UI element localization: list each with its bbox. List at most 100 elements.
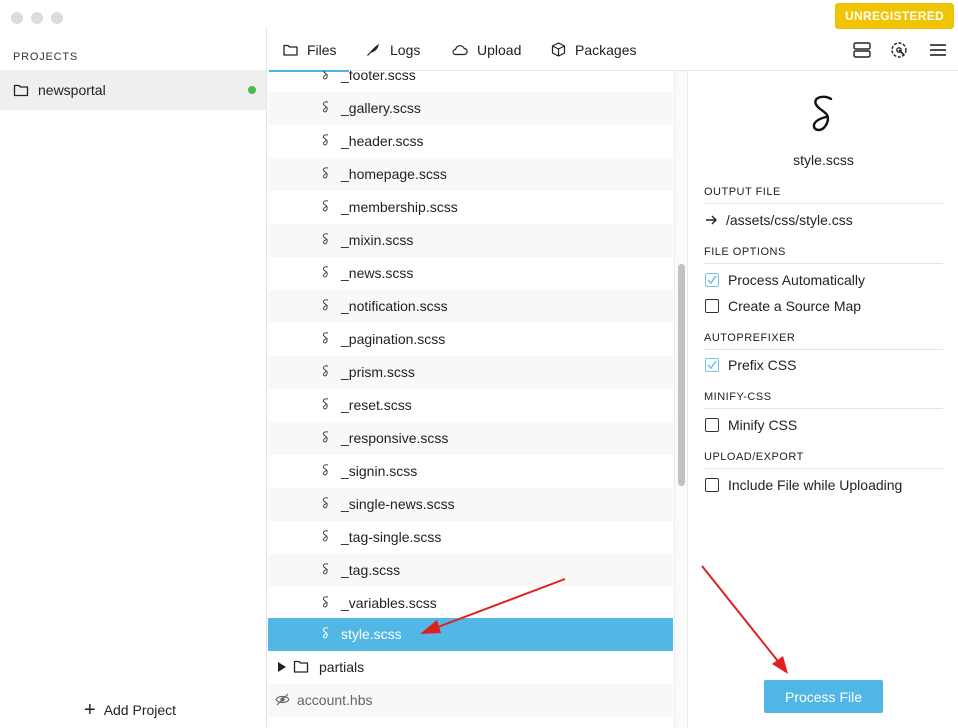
sass-file-icon xyxy=(322,167,329,179)
file-detail-panel: style.scss OUTPUT FILE /assets/css/style… xyxy=(689,71,958,728)
folder-icon xyxy=(13,84,29,97)
tab-upload[interactable]: Upload xyxy=(451,28,521,71)
output-file-heading: OUTPUT FILE xyxy=(704,186,943,204)
file-row[interactable]: _tag-single.scss xyxy=(268,521,673,554)
folder-row[interactable]: partials xyxy=(268,651,673,684)
file-name: _tag.scss xyxy=(341,562,401,578)
server-icon[interactable] xyxy=(852,40,872,60)
file-name: _footer.scss xyxy=(341,71,416,83)
process-automatically-option[interactable]: Process Automatically xyxy=(705,272,865,288)
add-project-button[interactable]: + Add Project xyxy=(84,700,177,720)
sass-file-icon xyxy=(322,233,329,245)
minify-css-option[interactable]: Minify CSS xyxy=(705,417,797,433)
minimize-window-button[interactable] xyxy=(31,12,43,24)
process-automatically-label: Process Automatically xyxy=(728,272,865,288)
file-row-hidden[interactable]: account.hbs xyxy=(268,684,673,717)
sass-file-icon xyxy=(322,299,329,311)
tab-files-label: Files xyxy=(307,41,337,58)
file-name: _reset.scss xyxy=(341,397,412,413)
output-path[interactable]: /assets/css/style.css xyxy=(705,212,853,228)
source-map-option[interactable]: Create a Source Map xyxy=(705,298,861,314)
sass-file-icon xyxy=(322,365,329,377)
process-file-button[interactable]: Process File xyxy=(764,680,883,713)
scrollbar-thumb[interactable] xyxy=(678,264,685,486)
file-row[interactable]: _mixin.scss xyxy=(268,224,673,257)
prefix-css-label: Prefix CSS xyxy=(728,357,797,373)
autoprefixer-heading: AUTOPREFIXER xyxy=(704,332,943,350)
menu-icon[interactable] xyxy=(928,40,948,60)
prefix-css-option[interactable]: Prefix CSS xyxy=(705,357,796,373)
close-window-button[interactable] xyxy=(11,12,23,24)
sass-file-icon xyxy=(322,431,329,443)
sass-file-icon xyxy=(322,497,329,509)
file-options-heading: FILE OPTIONS xyxy=(704,246,943,264)
process-automatically-checkbox[interactable] xyxy=(705,273,719,287)
unregistered-badge[interactable]: UNREGISTERED xyxy=(835,3,954,29)
tab-files[interactable]: Files xyxy=(269,28,349,72)
sass-file-icon xyxy=(322,266,329,278)
minify-css-heading: MINIFY-CSS xyxy=(704,391,943,409)
folder-icon xyxy=(283,44,298,56)
source-map-checkbox[interactable] xyxy=(705,299,719,313)
file-row[interactable]: _footer.scss xyxy=(268,71,673,92)
project-item-newsportal[interactable]: newsportal xyxy=(0,70,266,110)
file-row[interactable]: _gallery.scss xyxy=(268,92,673,125)
settings-dial-icon[interactable] xyxy=(889,40,909,60)
minify-css-checkbox[interactable] xyxy=(705,418,719,432)
sass-file-icon xyxy=(322,464,329,476)
sass-file-icon xyxy=(322,134,329,146)
package-icon xyxy=(551,42,566,57)
tab-upload-label: Upload xyxy=(477,41,522,58)
file-row[interactable]: _reset.scss xyxy=(268,389,673,422)
file-row[interactable]: _prism.scss xyxy=(268,356,673,389)
checkmark-icon xyxy=(707,275,717,285)
file-name: _prism.scss xyxy=(341,364,415,380)
file-row[interactable]: _signin.scss xyxy=(268,455,673,488)
file-row[interactable]: _responsive.scss xyxy=(268,422,673,455)
sass-file-icon xyxy=(322,332,329,344)
source-map-label: Create a Source Map xyxy=(728,298,862,314)
sass-file-icon xyxy=(322,398,329,410)
eye-slash-icon xyxy=(275,693,290,706)
arrow-right-icon xyxy=(706,215,717,225)
folder-icon xyxy=(293,660,309,673)
file-row[interactable]: _header.scss xyxy=(268,125,673,158)
include-upload-checkbox[interactable] xyxy=(705,478,719,492)
file-row[interactable]: _news.scss xyxy=(268,257,673,290)
include-upload-option[interactable]: Include File while Uploading xyxy=(705,477,902,493)
project-status-dot xyxy=(248,86,256,94)
file-name: _homepage.scss xyxy=(341,166,447,182)
sass-file-icon xyxy=(322,71,328,80)
expand-triangle-icon[interactable] xyxy=(278,662,286,672)
project-name: newsportal xyxy=(38,82,106,98)
file-row[interactable]: _tag.scss xyxy=(268,554,673,587)
sass-file-icon xyxy=(322,101,329,113)
projects-sidebar: PROJECTS newsportal + Add Project xyxy=(0,28,267,728)
file-name: _variables.scss xyxy=(341,595,437,611)
sass-file-icon xyxy=(322,530,329,542)
output-path-text: /assets/css/style.css xyxy=(726,212,853,228)
file-row[interactable]: _pagination.scss xyxy=(268,323,673,356)
file-row[interactable]: _homepage.scss xyxy=(268,158,673,191)
prefix-css-checkbox[interactable] xyxy=(705,358,719,372)
file-list-scrollbar[interactable] xyxy=(674,71,688,728)
tab-packages-label: Packages xyxy=(575,41,637,58)
projects-heading: PROJECTS xyxy=(13,51,79,63)
file-row[interactable]: _membership.scss xyxy=(268,191,673,224)
file-row[interactable]: _notification.scss xyxy=(268,290,673,323)
tab-packages[interactable]: Packages xyxy=(551,28,636,71)
file-name: _single-news.scss xyxy=(341,496,455,512)
file-row-selected[interactable]: style.scss xyxy=(268,618,673,651)
file-name: _tag-single.scss xyxy=(341,529,442,545)
file-name: _header.scss xyxy=(341,133,424,149)
file-name: _responsive.scss xyxy=(341,430,449,446)
file-name: _pagination.scss xyxy=(341,331,446,347)
main-toolbar: Files Logs Upload Packages xyxy=(268,28,958,72)
include-upload-label: Include File while Uploading xyxy=(728,477,903,493)
zoom-window-button[interactable] xyxy=(51,12,63,24)
tab-logs[interactable]: Logs xyxy=(366,28,420,71)
file-row[interactable]: _variables.scss xyxy=(268,587,673,620)
file-row[interactable]: _single-news.scss xyxy=(268,488,673,521)
file-name: _news.scss xyxy=(341,265,414,281)
add-project-label: Add Project xyxy=(103,702,177,718)
